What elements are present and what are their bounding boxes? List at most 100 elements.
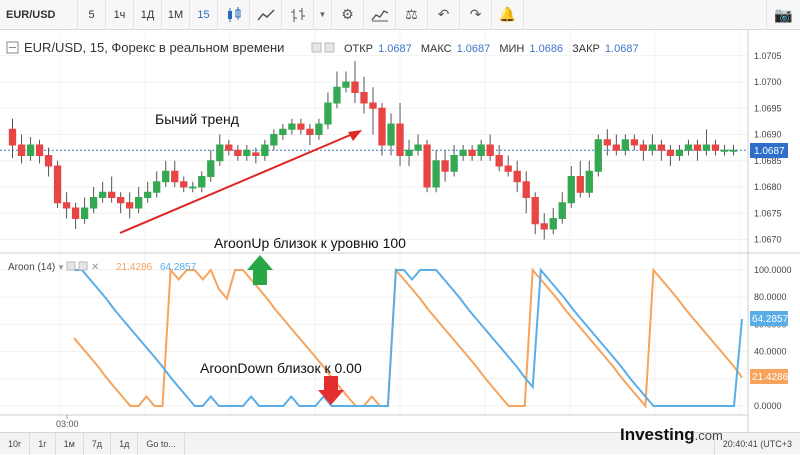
alert-bell-icon[interactable]: 🔔 [492, 0, 524, 30]
camera-icon[interactable]: 📷 [766, 0, 800, 30]
candle-body [522, 181, 530, 198]
candle-body [495, 155, 503, 167]
price-tick-label: 1.0675 [754, 208, 782, 218]
candle-body [225, 144, 233, 151]
price-tick-label: 1.0680 [754, 182, 782, 192]
undo-icon[interactable]: ↶ [428, 0, 460, 30]
indicators-icon[interactable] [364, 0, 396, 30]
scales-icon[interactable]: ⚖ [396, 0, 428, 30]
line-chart-icon[interactable] [250, 0, 282, 30]
candle-body [89, 197, 98, 209]
aroon-axis-labels: 100.000080.000060.000040.000020.00000.00… [754, 265, 792, 411]
interval-1h-button[interactable]: 1ч [106, 0, 134, 30]
candle-body [531, 197, 539, 225]
candle-body [414, 144, 422, 151]
candle-body [180, 181, 188, 188]
candle-body [603, 139, 611, 146]
indicator-eye-icon[interactable] [66, 261, 76, 271]
toolbar: EUR/USD 5 1ч 1Д 1М 15 ▼ ⚙ ⚖ ↶ ↷ 🔔 📷 [0, 0, 800, 30]
candle-body [288, 123, 296, 130]
range-7d-button[interactable]: 7д [84, 432, 112, 455]
candle-body [558, 202, 566, 219]
indicator-name: Aroon (14) [8, 262, 55, 273]
candle-body [306, 128, 314, 135]
candle-body [675, 149, 684, 156]
aroon-down-annotation: AroonDown близок к 0.00 [200, 360, 362, 376]
interval-5-button[interactable]: 5 [78, 0, 106, 30]
candle-body [44, 155, 53, 167]
candles-icon[interactable] [218, 0, 250, 30]
aroon-tick-label: 100.0000 [754, 265, 792, 275]
chart-title: EUR/USD, 15, Форекс в реальном времени [24, 40, 284, 55]
candle-body [171, 170, 179, 183]
candle-body [648, 144, 657, 151]
chevron-down-icon[interactable]: ▼ [314, 0, 332, 30]
ohlc-low-value: 1.0686 [529, 43, 563, 55]
redo-icon[interactable]: ↷ [460, 0, 492, 30]
candle-body [630, 139, 639, 146]
candle-body [657, 144, 666, 151]
interval-1d-button[interactable]: 1Д [134, 0, 162, 30]
candle-body [360, 92, 368, 104]
candle-body [702, 144, 711, 151]
indicator-close-icon[interactable]: ✕ [91, 262, 99, 273]
header-icons [311, 42, 335, 53]
bar-chart-icon[interactable] [282, 0, 314, 30]
settings-small-icon[interactable] [324, 42, 335, 53]
price-tick-label: 1.0700 [754, 77, 782, 87]
gear-icon[interactable]: ⚙ [332, 0, 364, 30]
candle-body [594, 139, 602, 172]
candle-body [189, 186, 197, 189]
chart-canvas: 1.07051.07001.06951.06901.06851.06801.06… [0, 30, 800, 432]
candle-body [53, 165, 62, 204]
candle-body [369, 102, 377, 109]
aroon-down-badge-text: 21.4286 [752, 372, 789, 383]
range-10y-button[interactable]: 10г [0, 432, 31, 455]
ohlc-high-value: 1.0687 [457, 43, 491, 55]
candle-body [585, 170, 593, 193]
indicator-settings-icon[interactable] [78, 261, 88, 271]
aroon-lines [73, 267, 743, 409]
candle-body [333, 86, 341, 104]
candle-body [666, 149, 675, 156]
candle-body [396, 123, 404, 156]
candle-body [26, 144, 35, 156]
candle-body [35, 144, 44, 156]
candle-body [405, 149, 413, 156]
price-tick-label: 1.0670 [754, 235, 782, 245]
candle-body [468, 149, 476, 156]
range-1m-button[interactable]: 1м [56, 432, 84, 455]
candle-body [342, 81, 350, 88]
current-price-badge-text: 1.0687 [754, 146, 785, 157]
candle-body [270, 134, 278, 146]
eye-icon[interactable] [311, 42, 322, 53]
candle-body [486, 144, 494, 156]
candle-body [144, 191, 152, 198]
range-1d-button[interactable]: 1д [111, 432, 139, 455]
clock: 20:40:41 (UTC+3 [713, 432, 800, 455]
range-1y-button[interactable]: 1г [30, 432, 56, 455]
ohlc-low-label: МИН [499, 43, 524, 55]
candle-body [423, 144, 431, 188]
candle-body [297, 123, 305, 130]
candle-body [378, 107, 386, 146]
candle-body [387, 123, 395, 146]
interval-1m-button[interactable]: 1М [162, 0, 190, 30]
symbol-button[interactable]: EUR/USD [0, 0, 78, 30]
candle-body [720, 149, 729, 152]
bull-trend-label: Бычий тренд [155, 111, 239, 127]
candle-body [252, 152, 260, 156]
goto-button[interactable]: Go to... [138, 432, 185, 455]
arrow-down-icon [318, 376, 344, 405]
candle-body [153, 181, 161, 193]
aroon-down-line [73, 267, 743, 409]
candle-body [207, 160, 215, 177]
candle-body [198, 176, 206, 188]
candle-body [315, 123, 323, 135]
indicator-menu-chevron-icon[interactable]: ▼ [57, 263, 65, 272]
candle-body [117, 197, 125, 204]
candle-body [62, 202, 71, 209]
candle-body [567, 176, 575, 204]
candle-body [621, 139, 629, 151]
interval-15-button[interactable]: 15 [190, 0, 218, 30]
